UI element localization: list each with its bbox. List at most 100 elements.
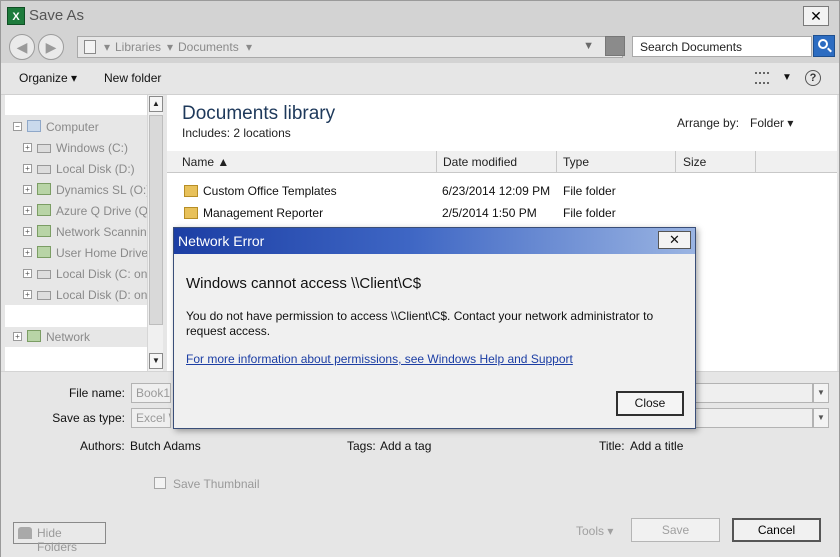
- file-name-dropdown-icon[interactable]: ▼: [813, 383, 829, 403]
- expand-icon[interactable]: +: [23, 227, 32, 236]
- expand-icon[interactable]: +: [23, 164, 32, 173]
- nav-item-network[interactable]: + Network: [5, 327, 147, 348]
- computer-icon: [27, 120, 41, 132]
- window-close-button[interactable]: ✕: [803, 6, 829, 26]
- breadcrumb-separator: ▾: [167, 40, 174, 54]
- breadcrumb-documents[interactable]: Documents: [178, 40, 239, 54]
- expand-icon[interactable]: +: [23, 185, 32, 194]
- refresh-button[interactable]: [605, 36, 625, 56]
- network-error-dialog: Network Error ✕ Windows cannot access \\…: [173, 227, 696, 429]
- collapse-icon[interactable]: −: [13, 122, 22, 131]
- hide-folders-button[interactable]: Hide Folders: [13, 522, 106, 554]
- tags-field[interactable]: Add a tag: [380, 439, 431, 453]
- search-input[interactable]: Search Documents: [632, 36, 812, 57]
- title-bar: X Save As ✕: [1, 1, 839, 31]
- authors-value[interactable]: Butch Adams: [130, 439, 201, 453]
- disk-icon: [37, 291, 51, 300]
- back-arrow-icon: ◀: [16, 39, 28, 55]
- hide-folders-icon: [18, 527, 32, 539]
- help-support-link[interactable]: For more information about permissions, …: [186, 352, 573, 366]
- scroll-down-icon[interactable]: ▼: [149, 353, 163, 369]
- scroll-thumb[interactable]: [149, 115, 163, 325]
- column-date-modified[interactable]: Date modified: [443, 155, 517, 169]
- save-button[interactable]: Save: [631, 518, 720, 542]
- nav-item-computer[interactable]: − Computer: [5, 117, 147, 138]
- disk-icon: [37, 165, 51, 174]
- error-message: You do not have permission to access \\C…: [186, 309, 654, 338]
- breadcrumb-libraries[interactable]: Libraries: [115, 40, 161, 54]
- disk-icon: [37, 270, 51, 279]
- tools-menu[interactable]: Tools ▾: [576, 524, 613, 538]
- nav-item-drive[interactable]: + Dynamics SL (O:): [5, 180, 147, 201]
- dialog-title-bar: Network Error ✕: [174, 228, 695, 254]
- address-history-dropdown[interactable]: ▼: [583, 40, 594, 52]
- breadcrumb-separator: ▾: [104, 40, 111, 54]
- dialog-close-icon[interactable]: ✕: [658, 231, 691, 249]
- save-thumbnail-label: Save Thumbnail: [173, 477, 260, 491]
- drive-icon: [37, 144, 51, 153]
- forward-button[interactable]: ▶: [38, 34, 64, 60]
- dialog-close-button[interactable]: Close: [616, 391, 684, 416]
- nav-item-drive[interactable]: + Network Scanning: [5, 222, 147, 243]
- help-icon[interactable]: ?: [805, 70, 821, 86]
- file-name-label: File name:: [68, 386, 125, 400]
- excel-app-icon: X: [7, 7, 25, 25]
- column-name[interactable]: Name ▲: [182, 155, 229, 169]
- expand-icon[interactable]: +: [23, 269, 32, 278]
- nav-item-drive[interactable]: + Azure Q Drive (Q:: [5, 201, 147, 222]
- save-as-type-select-continued[interactable]: [695, 408, 813, 428]
- file-name-field[interactable]: Book1.: [131, 383, 171, 403]
- expand-icon[interactable]: +: [23, 248, 32, 257]
- includes-locations-link[interactable]: 2 locations: [233, 126, 290, 140]
- arrange-by-dropdown[interactable]: Folder ▾: [750, 116, 793, 130]
- nav-item-drive[interactable]: + Windows (C:): [5, 138, 147, 159]
- authors-label: Authors:: [80, 439, 125, 453]
- network-drive-icon: [37, 225, 51, 237]
- dialog-title: Network Error: [178, 233, 265, 249]
- view-options-dropdown[interactable]: ▼: [782, 72, 792, 83]
- forward-arrow-icon: ▶: [45, 39, 57, 55]
- nav-item-drive[interactable]: + Local Disk (D: on: [5, 285, 147, 306]
- back-button[interactable]: ◀: [9, 34, 35, 60]
- address-bar[interactable]: ▾ Libraries ▾ Documents ▾ ▼: [77, 36, 623, 58]
- expand-icon[interactable]: +: [23, 206, 32, 215]
- nav-item-drive[interactable]: + User Home Drive: [5, 243, 147, 264]
- save-as-window: X Save As ✕ ◀ ▶ ▾ Libraries ▾ Documents …: [0, 0, 840, 557]
- new-folder-button[interactable]: New folder: [104, 71, 161, 85]
- expand-icon[interactable]: +: [23, 143, 32, 152]
- save-thumbnail-checkbox[interactable]: [154, 477, 166, 489]
- arrange-by-label: Arrange by:: [677, 116, 740, 130]
- column-type[interactable]: Type: [563, 155, 589, 169]
- expand-icon[interactable]: +: [13, 332, 22, 341]
- save-as-type-dropdown-icon[interactable]: ▼: [813, 408, 829, 428]
- navigation-pane: − Computer + Windows (C:) + Local Disk (…: [5, 95, 147, 371]
- organize-button[interactable]: Organize ▾: [19, 71, 77, 85]
- location-icon: [84, 40, 96, 54]
- save-as-type-select[interactable]: Excel W: [131, 408, 171, 428]
- scroll-up-icon[interactable]: ▲: [149, 96, 163, 112]
- column-size[interactable]: Size: [683, 155, 706, 169]
- nav-scrollbar[interactable]: ▲ ▼: [147, 95, 163, 371]
- change-view-icon[interactable]: [755, 72, 769, 84]
- network-drive-icon: [37, 183, 51, 195]
- includes-label: Includes:: [182, 126, 231, 140]
- file-row[interactable]: Custom Office Templates 6/23/2014 12:09 …: [167, 180, 837, 202]
- window-title: Save As: [29, 7, 85, 24]
- nav-item-drive[interactable]: + Local Disk (D:): [5, 159, 147, 180]
- column-header-row: Name ▲ Date modified Type Size: [167, 151, 837, 173]
- file-row[interactable]: Management Reporter 2/5/2014 1:50 PM Fil…: [167, 202, 837, 224]
- folder-icon: [184, 185, 198, 197]
- library-title: Documents library: [182, 103, 336, 124]
- command-toolbar: Organize ▾ New folder ▼ ?: [1, 63, 839, 95]
- file-name-field-continued[interactable]: [695, 383, 813, 403]
- expand-icon[interactable]: +: [23, 290, 32, 299]
- title-field[interactable]: Add a title: [630, 439, 683, 453]
- cancel-button[interactable]: Cancel: [732, 518, 821, 542]
- search-button[interactable]: [813, 35, 835, 57]
- breadcrumb-separator: ▾: [246, 40, 253, 54]
- library-includes: Includes: 2 locations: [182, 126, 291, 140]
- network-icon: [27, 330, 41, 342]
- error-heading: Windows cannot access \\Client\C$: [186, 275, 422, 292]
- tags-label: Tags:: [347, 439, 376, 453]
- nav-item-drive[interactable]: + Local Disk (C: on: [5, 264, 147, 285]
